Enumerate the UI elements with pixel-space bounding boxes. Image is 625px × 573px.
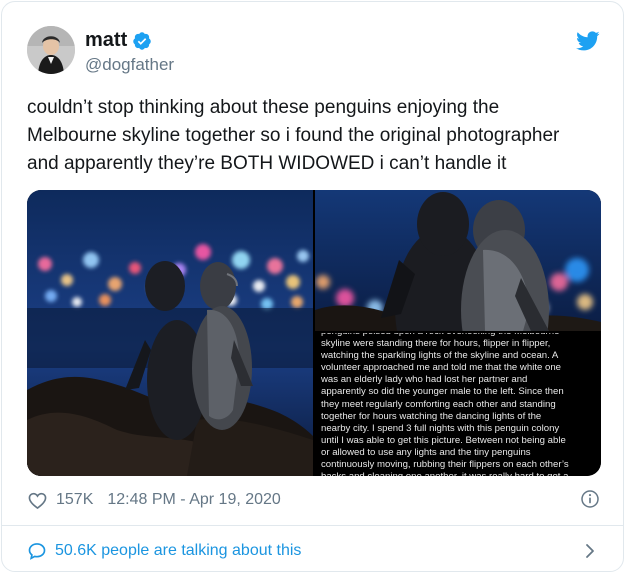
penguins-photo-closeup[interactable] [315,190,601,331]
media-grid: penguins poised upon a rock overlooking … [27,190,601,476]
like-count[interactable]: 157K [56,491,93,509]
tweet-card: matt @dogfather couldn’t stop thinking a… [1,1,624,572]
heart-icon[interactable] [27,490,48,511]
display-name[interactable]: matt [85,29,127,52]
speech-bubble-icon [27,541,47,561]
photo-caption-image[interactable]: penguins poised upon a rock overlooking … [315,333,601,476]
tweet-text: couldn’t stop thinking about these pengu… [27,97,560,174]
avatar[interactable] [27,26,75,74]
user-handle[interactable]: @dogfather [85,55,174,75]
twitter-bird-icon[interactable] [576,29,600,53]
tweet-timestamp[interactable]: 12:48 PM - Apr 19, 2020 [107,491,280,509]
chevron-right-icon [582,542,598,560]
tweet-meta: 157K 12:48 PM - Apr 19, 2020 [27,488,602,512]
talking-about-link[interactable]: 50.6K people are talking about this [27,538,602,564]
divider [2,525,623,526]
verified-badge-icon [132,31,152,51]
talking-about-text: 50.6K people are talking about this [55,542,302,559]
penguins-photo-wide[interactable] [27,190,313,476]
tweet-header: matt @dogfather [27,26,602,78]
info-icon[interactable] [580,489,600,509]
caption-text: penguins poised upon a rock overlooking … [321,333,569,476]
